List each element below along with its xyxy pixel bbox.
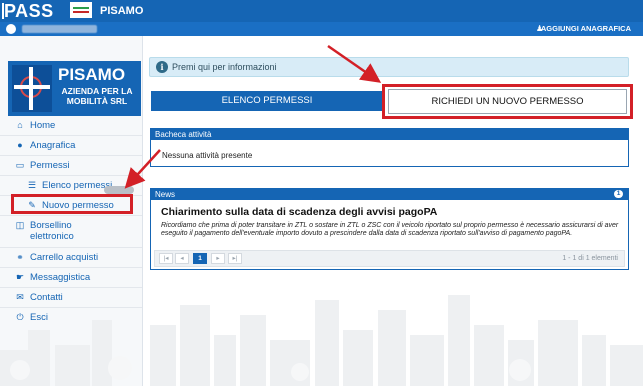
news-body: Ricordiamo che prima di poter transitare… <box>161 222 619 237</box>
pisa-cross-icon <box>12 65 52 112</box>
sidebar-item-home[interactable]: ⌂ Home <box>0 115 142 135</box>
sidebar-item-label: Elenco permessi <box>42 179 113 191</box>
info-icon: i <box>156 61 168 73</box>
pager-next-button[interactable]: ▸ <box>211 253 225 264</box>
news-panel: News 1 Chiarimento sulla data di scadenz… <box>150 188 629 270</box>
user-icon: ● <box>17 140 23 150</box>
bacheca-panel: Bacheca attività Nessuna attività presen… <box>150 128 629 167</box>
folder-open-icon: ▭ <box>15 159 25 170</box>
brand-flag-logo <box>70 2 92 18</box>
sidebar-item-label: Borsellino elettronico <box>30 220 74 242</box>
news-count-badge: 1 <box>614 190 623 198</box>
bacheca-empty-text: Nessuna attività presente <box>162 151 253 160</box>
info-text: Premi qui per informazioni <box>172 62 277 72</box>
news-title: News <box>151 189 628 200</box>
info-banner[interactable]: i Premi qui per informazioni <box>149 57 629 77</box>
sidebar-item-borsellino[interactable]: ◫ Borsellino elettronico <box>0 217 142 247</box>
sidebar-item-label: Carrello acquisti <box>30 251 99 263</box>
top-bar: PASS PISAMO <box>0 0 643 22</box>
cart-icon: ⚭ <box>16 251 24 262</box>
user-name-blurred[interactable] <box>22 25 97 33</box>
highlight-richiedi-button <box>382 84 633 119</box>
sidebar-item-label: Messaggistica <box>30 271 91 283</box>
elenco-permessi-button[interactable]: ELENCO PERMESSI <box>151 91 383 111</box>
app-name: PISAMO <box>100 5 144 17</box>
add-anagrafica-button[interactable]: AGGIUNGI ANAGRAFICA <box>541 24 631 33</box>
news-headline[interactable]: Chiarimento sulla data di scadenza degli… <box>161 206 437 218</box>
user-avatar-icon[interactable] <box>6 24 16 34</box>
pager-last-button[interactable]: ▸| <box>228 253 242 264</box>
sidebar-item-messaggistica[interactable]: ☛ Messaggistica <box>0 267 142 287</box>
highlight-nuovo-permesso <box>11 194 133 214</box>
logo-title: PISAMO <box>58 65 126 84</box>
pager-info: 1 - 1 di 1 elementi <box>562 255 618 262</box>
divider <box>0 215 142 216</box>
logo-subtitle: AZIENDA PER LA MOBILITÀ SRL <box>61 86 133 106</box>
list-icon: ☰ <box>27 179 37 190</box>
sidebar-item-label: Permessi <box>30 159 70 171</box>
sidebar-item-label: Anagrafica <box>30 139 76 151</box>
brand-pass: PASS <box>4 1 54 21</box>
news-pager: |◂ ◂ 1 ▸ ▸| 1 - 1 di 1 elementi <box>154 250 625 267</box>
sidebar-item-anagrafica[interactable]: ● Anagrafica <box>0 135 142 155</box>
pager-prev-button[interactable]: ◂ <box>175 253 189 264</box>
sidebar-item-permessi[interactable]: ▭ Permessi <box>0 155 142 175</box>
sidebar-item-carrello[interactable]: ⚭ Carrello acquisti <box>0 247 142 267</box>
home-icon: ⌂ <box>17 120 23 130</box>
user-bar: ♟ AGGIUNGI ANAGRAFICA <box>0 22 643 36</box>
pager-page-button[interactable]: 1 <box>193 253 207 264</box>
sidebar-item-label: Home <box>30 119 56 131</box>
pisamo-logo: PISAMO AZIENDA PER LA MOBILITÀ SRL <box>8 61 141 116</box>
page: PASS PISAMO ♟ AGGIUNGI ANAGRAFICA PISAMO… <box>0 0 643 386</box>
wallet-balance-blurred <box>104 186 134 194</box>
bacheca-title: Bacheca attività <box>151 129 628 140</box>
city-skyline-illustration <box>0 295 643 386</box>
wallet-icon: ◫ <box>15 220 25 230</box>
pager-first-button[interactable]: |◂ <box>159 253 173 264</box>
handshake-icon: ☛ <box>15 271 25 282</box>
